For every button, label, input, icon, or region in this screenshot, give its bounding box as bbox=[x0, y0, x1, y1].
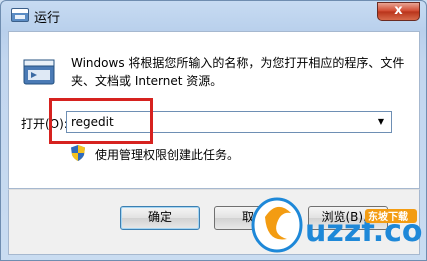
dialog-description: Windows 将根据您所输入的名称，为您打开相应的程序、文件夹、文档或 Int… bbox=[71, 56, 405, 88]
close-icon: x bbox=[394, 3, 403, 18]
close-button[interactable]: x bbox=[377, 2, 420, 21]
run-app-icon bbox=[11, 8, 29, 22]
watermark-tagline: 东坡下载 bbox=[368, 210, 408, 223]
uac-shield-icon bbox=[71, 145, 85, 161]
uzzf-watermark-logo: uzzf.com 东坡下载 bbox=[251, 197, 423, 253]
title-bar[interactable]: 运行 x bbox=[1, 1, 426, 31]
run-dialog-window: 运行 x Windows 将根据您所输入的名称，为您打开相应的程序、文件夹、文档… bbox=[0, 0, 427, 261]
admin-note: 使用管理权限创建此任务。 bbox=[95, 148, 240, 162]
run-icon bbox=[23, 59, 55, 85]
ok-button[interactable]: 确定 bbox=[120, 206, 200, 230]
annotation-highlight-box bbox=[49, 98, 153, 144]
chevron-down-icon[interactable]: ▼ bbox=[373, 114, 389, 130]
dialog-content: Windows 将根据您所输入的名称，为您打开相应的程序、文件夹、文档或 Int… bbox=[8, 31, 420, 189]
window-title: 运行 bbox=[34, 11, 61, 26]
